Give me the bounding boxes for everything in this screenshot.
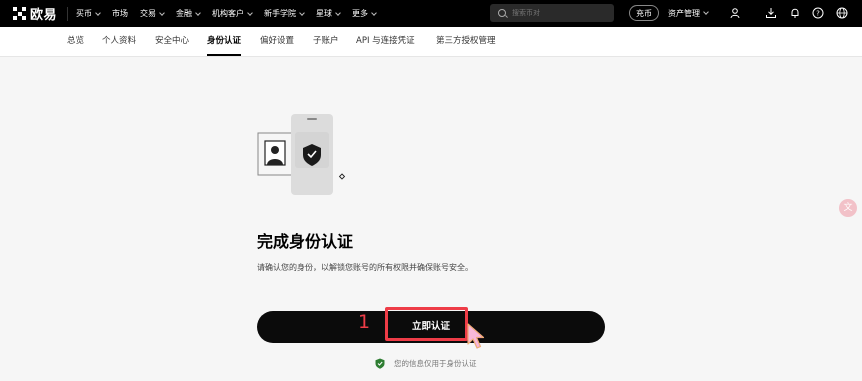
nav-item-learn[interactable]: 新手学院 [264,8,305,19]
highlight-box [385,307,468,341]
tab-identity-verification[interactable]: 身份认证 [207,27,242,56]
search-box[interactable] [490,4,614,22]
nav-label: 买币 [76,9,93,18]
tab-overview[interactable]: 总览 [67,27,84,56]
tab-sub-accounts[interactable]: 子账户 [313,27,339,56]
search-icon [498,9,506,17]
nav-label: 机构客户 [212,9,245,18]
brand-name: 欧易 [30,8,58,23]
tab-security-center[interactable]: 安全中心 [155,27,189,56]
tab-third-party-authorization[interactable]: 第三方授权管理 [436,27,496,56]
tab-preferences[interactable]: 偏好设置 [260,27,294,56]
svg-text:?: ? [816,10,820,18]
chevron-down-icon [335,9,341,16]
deposit-label: 充币 [636,8,652,18]
chevron-down-icon [159,9,165,16]
nav-label: 交易 [140,9,157,18]
bell-icon[interactable] [789,7,801,19]
main-nav: 买币 市场 交易 金融 机构客户 新手学院 星球 更多 [67,6,388,21]
nav-label: 更多 [352,9,369,18]
nav-item-planet[interactable]: 星球 [316,8,341,19]
nav-item-markets[interactable]: 市场 [112,8,128,19]
account-subnav: 总览 个人资料 安全中心 身份认证 偏好设置 子账户 API 与连接凭证 第三方… [0,27,862,57]
top-navigation-bar: 欧易 买币 市场 交易 金融 机构客户 新手学院 星球 更多 充币 资产管理 ? [0,0,862,27]
step-number: 1 [358,311,371,333]
chevron-down-icon [371,9,377,16]
brand-logo[interactable]: 欧易 [13,4,57,23]
chevron-down-icon [195,9,201,16]
nav-label: 金融 [176,9,193,18]
search-input[interactable] [510,8,614,18]
assets-menu[interactable]: 资产管理 [668,5,709,21]
okx-logo-icon [13,7,26,20]
shield-check-icon [375,358,385,369]
translate-icon[interactable]: 文 [839,199,857,217]
download-icon[interactable] [765,7,777,19]
globe-icon[interactable] [836,7,848,19]
identity-illustration [255,110,355,200]
chevron-down-icon [299,9,305,16]
chevron-down-icon [703,9,709,15]
nav-label: 新手学院 [264,9,297,18]
privacy-note-text: 您的信息仅用于身份认证 [394,359,477,368]
pointer-cursor-icon [465,322,487,350]
page-description: 请确认您的身份，以解锁您账号的所有权限并确保账号安全。 [257,263,473,272]
nav-label: 星球 [316,9,333,18]
nav-label: 市场 [112,9,129,18]
user-icon[interactable] [729,7,741,19]
assets-label: 资产管理 [668,8,700,18]
page-title: 完成身份认证 [257,232,354,251]
nav-item-buy-crypto[interactable]: 买币 [76,8,101,19]
chevron-down-icon [247,9,253,16]
tab-profile[interactable]: 个人资料 [102,27,136,56]
help-icon[interactable]: ? [812,7,824,19]
nav-item-more[interactable]: 更多 [352,8,377,19]
nav-item-trade[interactable]: 交易 [140,8,165,19]
deposit-button[interactable]: 充币 [629,5,659,21]
nav-item-finance[interactable]: 金融 [176,8,201,19]
chevron-down-icon [95,9,101,16]
privacy-note: 您的信息仅用于身份认证 [375,358,477,369]
tab-api[interactable]: API 与连接凭证 [356,27,415,56]
nav-item-institutional[interactable]: 机构客户 [212,8,253,19]
